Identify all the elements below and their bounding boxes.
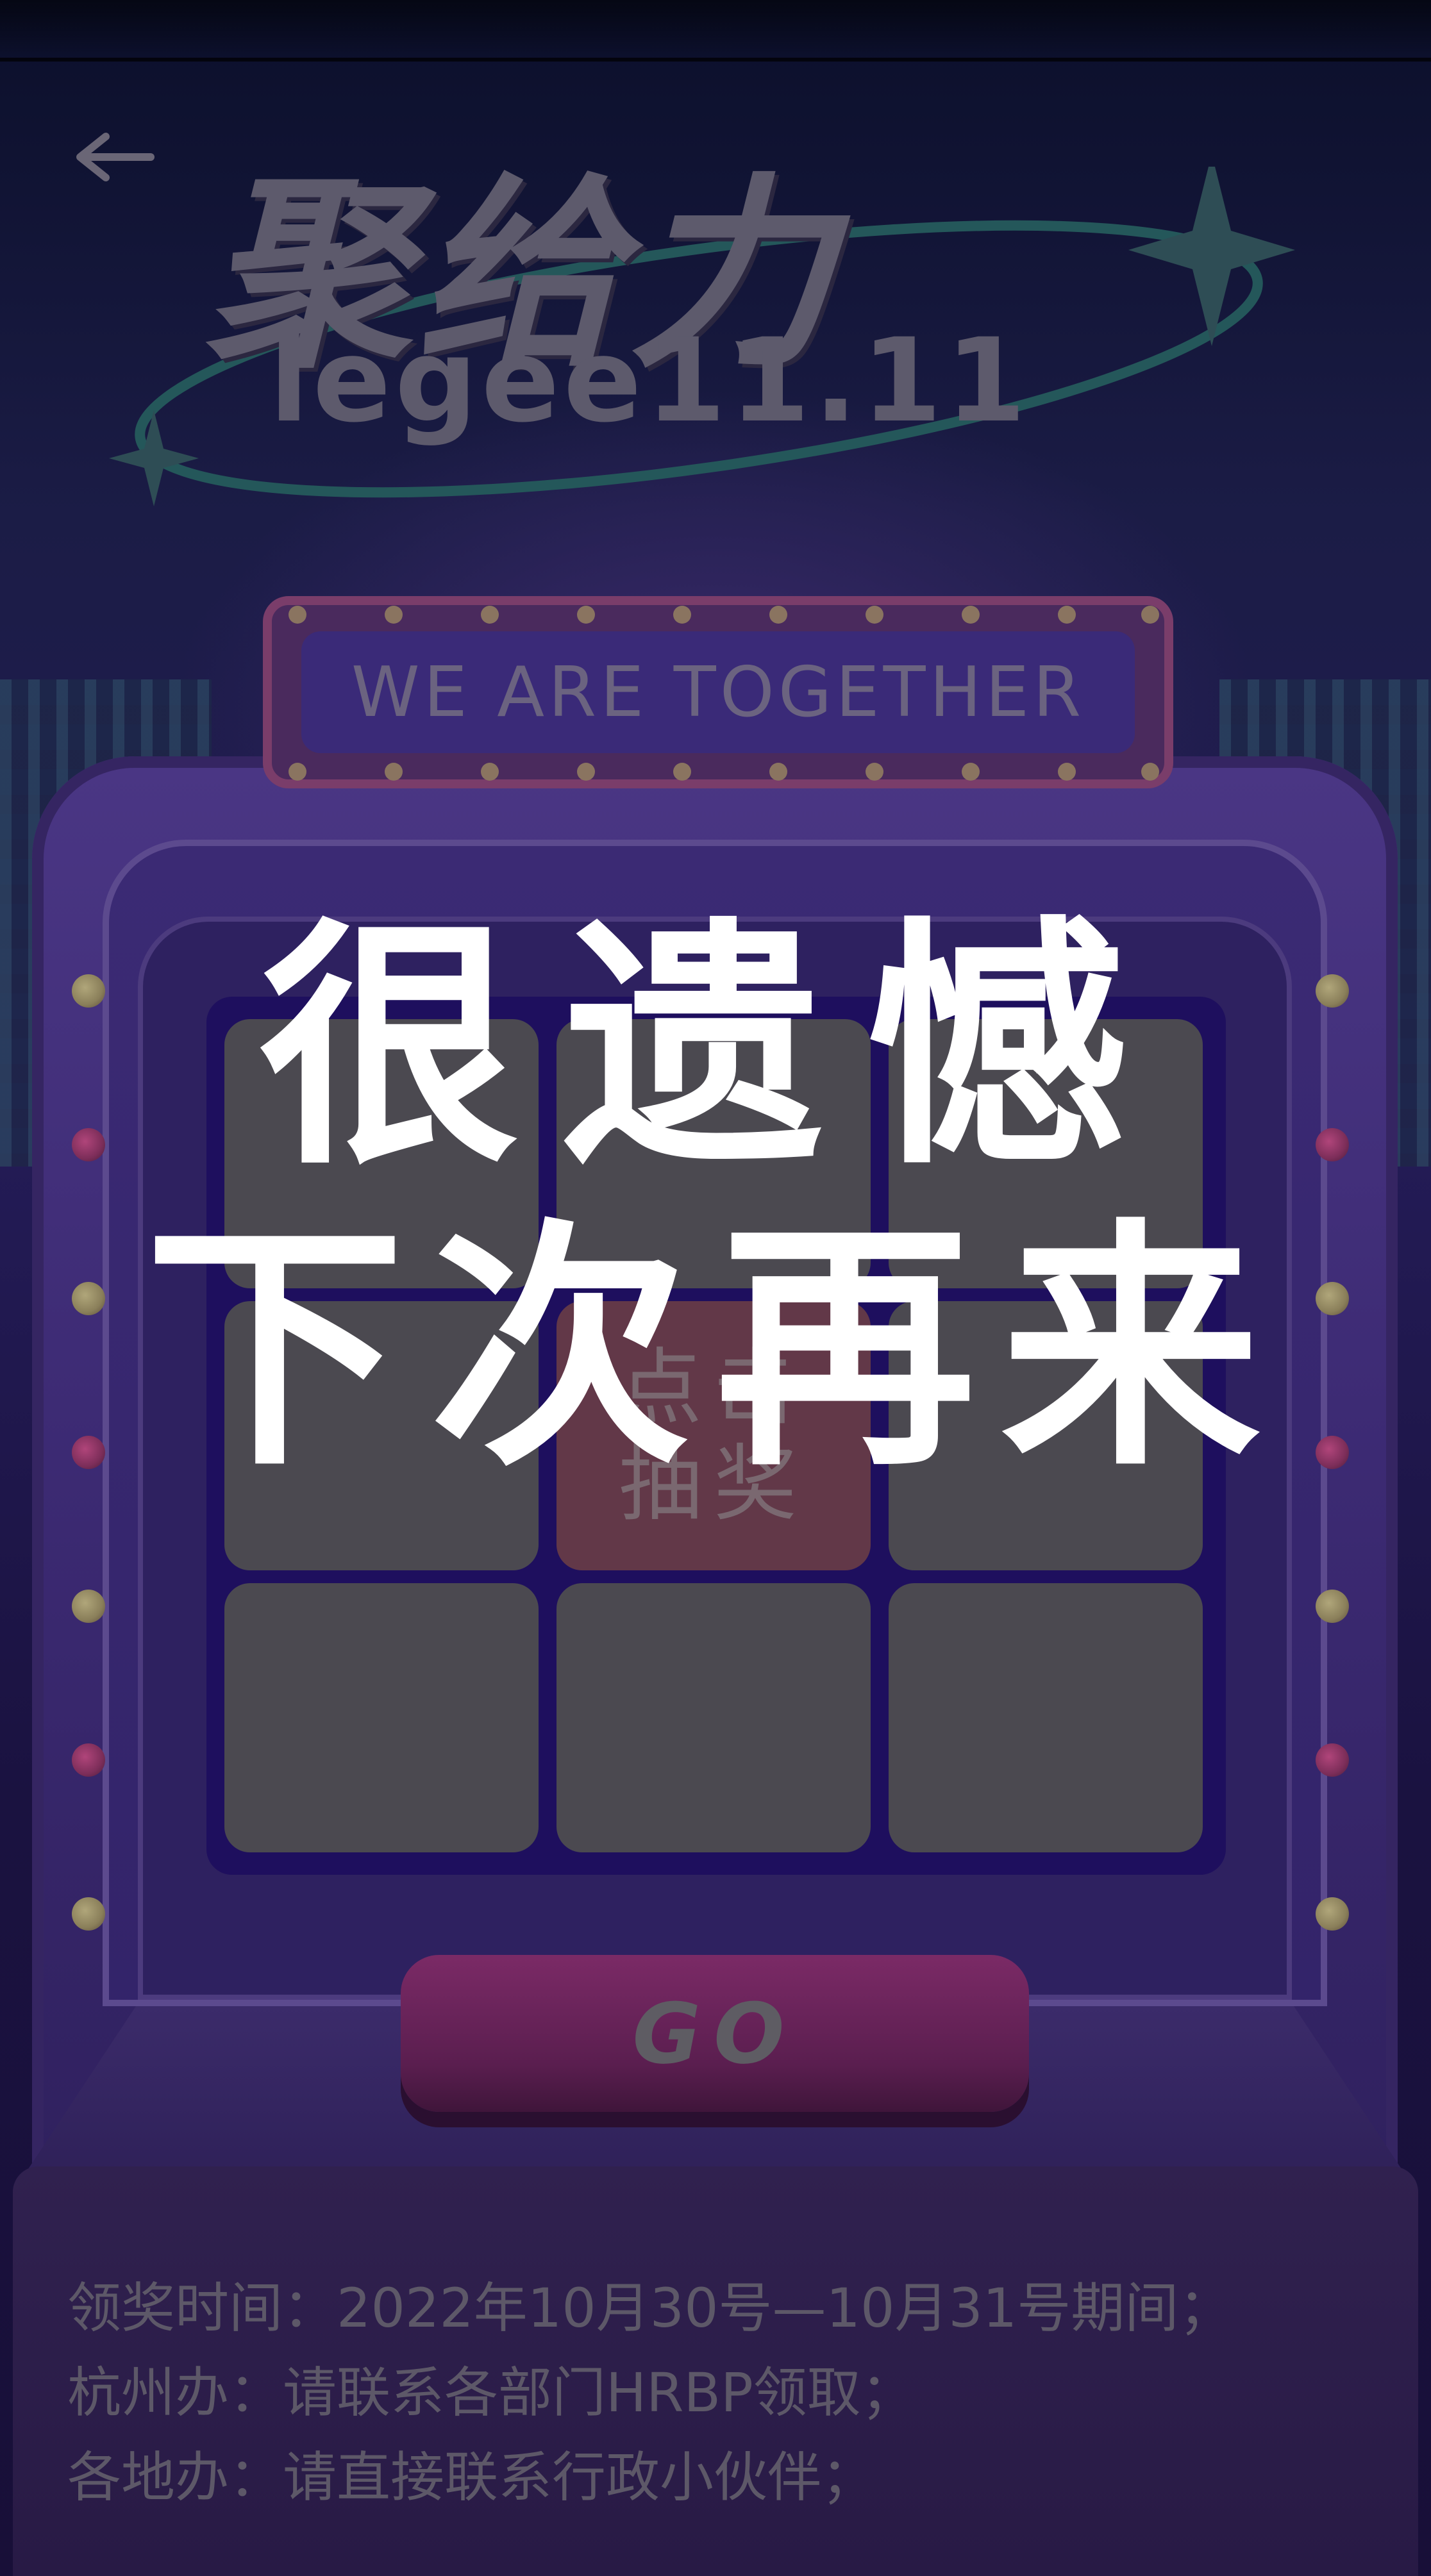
sign-light	[481, 606, 499, 624]
sign-text: WE ARE TOGETHER	[351, 652, 1085, 733]
result-line2: 下次再来	[145, 1198, 1286, 1500]
sign-light	[385, 763, 403, 781]
go-label: GO	[632, 1984, 798, 2082]
info-line-other-offices: 各地办：请直接联系行政小伙伴；	[67, 2446, 876, 2509]
sign-light	[673, 606, 691, 624]
sign-light	[289, 606, 306, 624]
sign-light	[1058, 606, 1076, 624]
sign-light	[769, 763, 787, 781]
marquee-sign: WE ARE TOGETHER	[301, 631, 1135, 753]
sign-light	[385, 606, 403, 624]
sign-light	[577, 606, 595, 624]
sign-light	[289, 763, 306, 781]
info-line-time: 领奖时间：2022年10月30号—10月31号期间；	[67, 2277, 1233, 2339]
light-bulb	[72, 1743, 105, 1777]
top-bar	[0, 0, 1431, 62]
sign-light	[577, 763, 595, 781]
result-message: 很遗憾 下次再来	[0, 897, 1431, 1500]
sign-light	[481, 763, 499, 781]
sign-light	[1141, 763, 1159, 781]
page-background: 聚给力 legee11.11 WE ARE TOGETHER 点击 抽奖 GO …	[0, 0, 1431, 2576]
light-bulb	[72, 1590, 105, 1623]
sign-light	[962, 606, 980, 624]
result-line1: 很遗憾	[258, 897, 1173, 1199]
light-bulb	[72, 1897, 105, 1931]
sign-light	[673, 763, 691, 781]
prize-cell[interactable]	[224, 1583, 539, 1852]
go-button[interactable]: GO	[401, 1955, 1029, 2112]
logo-subtitle: legee11.11	[269, 314, 1030, 448]
light-bulb	[1316, 1590, 1349, 1623]
light-bulb	[1316, 1743, 1349, 1777]
sign-light	[769, 606, 787, 624]
info-line-hangzhou: 杭州办：请联系各部门HRBP领取；	[67, 2361, 915, 2424]
sign-light	[866, 606, 883, 624]
prize-cell[interactable]	[556, 1583, 871, 1852]
prize-cell[interactable]	[889, 1583, 1203, 1852]
sign-light	[866, 763, 883, 781]
prize-info: 领奖时间：2022年10月30号—10月31号期间； 杭州办：请联系各部门HRB…	[67, 2266, 1388, 2520]
sign-light	[1058, 763, 1076, 781]
sign-light	[1141, 606, 1159, 624]
sign-light	[962, 763, 980, 781]
light-bulb	[1316, 1897, 1349, 1931]
